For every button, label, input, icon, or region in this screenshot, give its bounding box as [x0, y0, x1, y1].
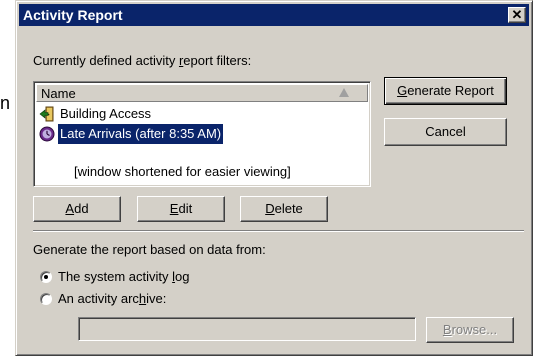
clock-badge-icon	[39, 126, 55, 142]
list-item-label: Late Arrivals (after 8:35 AM)	[58, 124, 224, 144]
separator	[33, 230, 524, 232]
radio-activity-archive[interactable]	[40, 293, 52, 305]
filters-label: Currently defined activity report filter…	[33, 53, 252, 68]
filters-list[interactable]: Name Building Access Late Arrivals (afte…	[33, 81, 371, 187]
source-label: Generate the report based on data from:	[33, 242, 266, 257]
radio-activity-archive-label[interactable]: An activity archive:	[58, 291, 166, 306]
sort-ascending-icon	[339, 88, 349, 97]
edit-button[interactable]: Edit	[137, 196, 225, 222]
column-header-label: Name	[41, 86, 76, 101]
delete-button[interactable]: Delete	[240, 196, 328, 222]
radio-selected-dot	[44, 275, 48, 279]
radio-system-log-label[interactable]: The system activity log	[58, 269, 190, 284]
background-text-fragment: n	[0, 93, 11, 113]
window-title: Activity Report	[23, 7, 123, 23]
archive-path-input[interactable]	[78, 317, 416, 341]
activity-report-dialog: Activity Report ✕ Currently defined acti…	[15, 0, 533, 356]
cancel-button[interactable]: Cancel	[384, 118, 507, 146]
list-item-note: [window shortened for easier viewing]	[36, 162, 366, 182]
list-item-label: [window shortened for easier viewing]	[74, 164, 291, 179]
browse-button[interactable]: Browse...	[426, 317, 514, 343]
list-item-late-arrivals[interactable]: Late Arrivals (after 8:35 AM)	[36, 124, 366, 144]
close-button[interactable]: ✕	[508, 7, 526, 23]
door-icon	[39, 106, 55, 122]
add-button[interactable]: Add	[33, 196, 121, 222]
list-item-building-access[interactable]: Building Access	[36, 104, 366, 124]
title-bar[interactable]: Activity Report ✕	[19, 4, 529, 26]
list-item-label: Building Access	[60, 106, 152, 121]
close-icon: ✕	[511, 7, 523, 22]
generate-report-button[interactable]: Generate Report	[384, 77, 507, 105]
radio-system-log[interactable]	[40, 271, 52, 283]
column-header-name[interactable]: Name	[36, 84, 368, 102]
